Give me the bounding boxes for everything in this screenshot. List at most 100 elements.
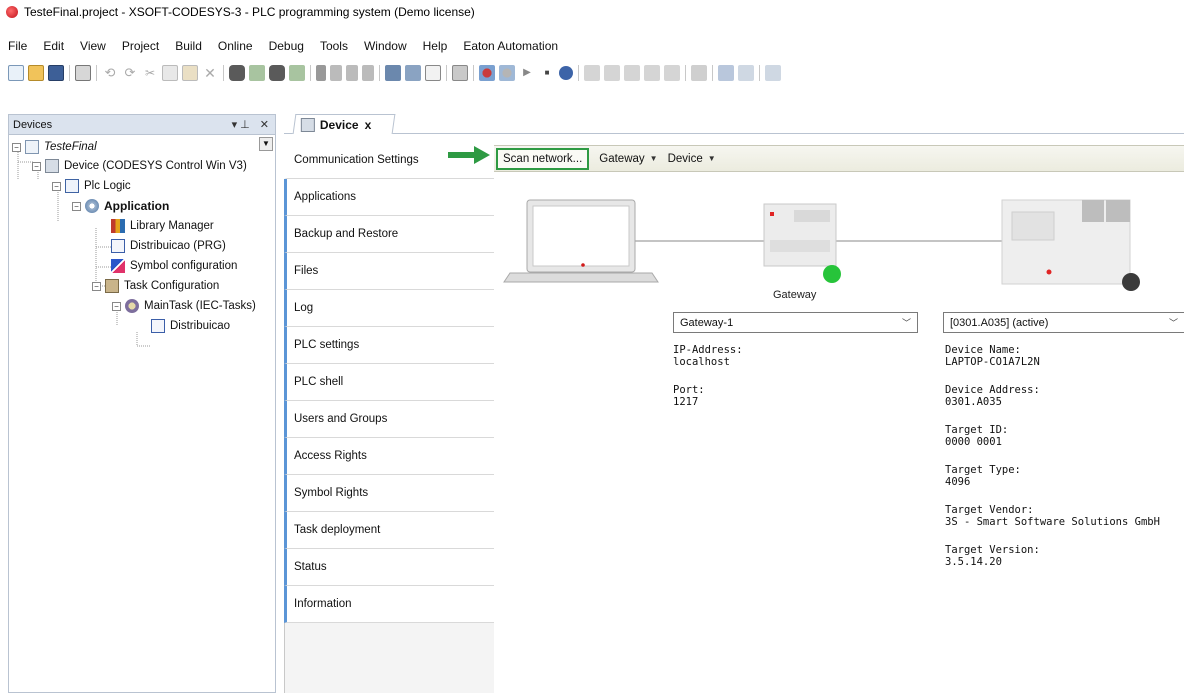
tree-node-plc-logic[interactable]: − Plc Logic: [52, 177, 131, 195]
clear-bookmarks-icon[interactable]: [362, 65, 374, 81]
toolbar-separator: [96, 65, 97, 81]
tree-node-symbol-configuration[interactable]: Symbol configuration: [111, 257, 237, 275]
menu-online[interactable]: Online: [218, 39, 253, 53]
menu-project[interactable]: Project: [122, 39, 159, 53]
find-previous-icon[interactable]: [289, 65, 305, 81]
generate-code-icon[interactable]: [452, 65, 468, 81]
gateway-menu-button[interactable]: Gateway ▼: [599, 153, 657, 165]
save-icon[interactable]: [48, 65, 64, 81]
target-version-label: Target Version:: [945, 544, 1040, 556]
find-next-icon[interactable]: [269, 65, 285, 81]
step-over-icon[interactable]: [584, 65, 600, 81]
scan-network-label: Scan network...: [503, 152, 583, 165]
tab-close-icon[interactable]: x: [365, 118, 372, 132]
collapse-icon[interactable]: −: [92, 281, 101, 291]
menu-debug[interactable]: Debug: [269, 39, 304, 53]
print-icon[interactable]: [75, 65, 91, 81]
menu-build[interactable]: Build: [175, 39, 202, 53]
collapse-icon[interactable]: −: [32, 161, 41, 171]
tab-plc-shell[interactable]: PLC shell: [284, 364, 494, 401]
side-tab-label: Log: [294, 302, 314, 314]
scan-network-button[interactable]: Scan network...: [496, 147, 590, 170]
tree-node-distribuicao-prg[interactable]: Distribuicao (PRG): [111, 237, 226, 255]
tree-node-distribuicao-call[interactable]: Distribuicao: [151, 317, 230, 335]
device-menu-button[interactable]: Device ▼: [668, 153, 716, 165]
show-next-statement-icon[interactable]: [691, 65, 707, 81]
menu-tools[interactable]: Tools: [320, 39, 348, 53]
tab-log[interactable]: Log: [284, 290, 494, 327]
tab-users-and-groups[interactable]: Users and Groups: [284, 401, 494, 438]
replace-icon[interactable]: [249, 65, 265, 81]
build-icon[interactable]: [405, 65, 421, 81]
collapse-icon[interactable]: −: [52, 181, 61, 191]
compile-icon[interactable]: [385, 65, 401, 81]
device-icon: [45, 159, 59, 173]
device-select-value: [0301.A035] (active): [950, 316, 1049, 329]
collapse-icon[interactable]: −: [112, 301, 121, 311]
tab-task-deployment[interactable]: Task deployment: [284, 512, 494, 549]
tree-node-device[interactable]: − Device (CODESYS Control Win V3): [32, 157, 247, 175]
side-tab-label: Task deployment: [294, 524, 381, 536]
panel-options-icon[interactable]: ▾ ⊥: [232, 118, 250, 131]
tree-node-task-configuration[interactable]: − Task Configuration: [92, 277, 219, 295]
copy-icon[interactable]: [162, 65, 178, 81]
step-out-icon[interactable]: [624, 65, 640, 81]
login-icon[interactable]: [479, 65, 495, 81]
tab-backup-and-restore[interactable]: Backup and Restore: [284, 216, 494, 253]
redo-icon[interactable]: ⟳: [122, 65, 138, 81]
menu-window[interactable]: Window: [364, 39, 407, 53]
gateway-status-indicator: [823, 265, 841, 283]
set-next-statement-icon[interactable]: [664, 65, 680, 81]
collapse-icon[interactable]: −: [12, 142, 21, 152]
menu-view[interactable]: View: [80, 39, 106, 53]
prepare-value-icon[interactable]: [765, 65, 781, 81]
tab-files[interactable]: Files: [284, 253, 494, 290]
open-folder-icon[interactable]: [28, 65, 44, 81]
menu-help[interactable]: Help: [423, 39, 448, 53]
tab-access-rights[interactable]: Access Rights: [284, 438, 494, 475]
force-values-icon[interactable]: [738, 65, 754, 81]
menu-edit[interactable]: Edit: [43, 39, 64, 53]
gateway-caption: Gateway: [773, 289, 817, 301]
panel-close-icon[interactable]: ✕: [260, 118, 269, 131]
menu-file[interactable]: File: [8, 39, 27, 53]
menu-eaton-automation[interactable]: Eaton Automation: [463, 39, 558, 53]
write-values-icon[interactable]: [718, 65, 734, 81]
device-status-indicator: [1122, 273, 1140, 291]
tab-status[interactable]: Status: [284, 549, 494, 586]
tree-node-application[interactable]: − Application: [72, 197, 169, 215]
new-project-icon[interactable]: [8, 65, 24, 81]
tree-dropdown-button[interactable]: ▼: [259, 137, 273, 151]
collapse-icon[interactable]: −: [72, 201, 81, 211]
tree-node-library-manager[interactable]: Library Manager: [111, 217, 214, 235]
step-into-icon[interactable]: [604, 65, 620, 81]
tab-symbol-rights[interactable]: Symbol Rights: [284, 475, 494, 512]
bookmark-icon[interactable]: [316, 65, 326, 81]
logout-icon[interactable]: [499, 65, 515, 81]
run-to-cursor-icon[interactable]: [644, 65, 660, 81]
delete-icon[interactable]: ✕: [202, 65, 218, 81]
gateway-info: IP-Address: localhost Port: 1217: [673, 344, 743, 408]
cut-icon[interactable]: ✂: [142, 65, 158, 81]
start-icon[interactable]: ▶: [519, 65, 535, 81]
tab-plc-settings[interactable]: PLC settings: [284, 327, 494, 364]
reset-icon[interactable]: [559, 66, 573, 80]
devices-panel-title: Devices: [13, 118, 53, 131]
tree-node-project[interactable]: − TesteFinal: [12, 138, 97, 156]
target-version-value: 3.5.14.20: [945, 556, 1002, 568]
device-select[interactable]: [0301.A035] (active) ﹀: [943, 312, 1184, 333]
find-icon[interactable]: [229, 65, 245, 81]
gateway-select[interactable]: Gateway-1 ﹀: [673, 312, 918, 333]
devices-panel: Devices ▾ ⊥ ✕ ▼ − TesteFinal − Device (C…: [8, 114, 276, 693]
device-editor-side-tabs: Communication Settings Applications Back…: [284, 142, 494, 693]
paste-icon[interactable]: [182, 65, 198, 81]
tree-node-maintask[interactable]: − MainTask (IEC-Tasks): [112, 297, 256, 315]
next-bookmark-icon[interactable]: [330, 65, 342, 81]
rebuild-icon[interactable]: [425, 65, 441, 81]
prev-bookmark-icon[interactable]: [346, 65, 358, 81]
stop-icon[interactable]: ■: [539, 65, 555, 81]
tab-information[interactable]: Information: [284, 586, 494, 623]
tab-applications[interactable]: Applications: [284, 179, 494, 216]
undo-icon[interactable]: ⟲: [102, 65, 118, 81]
tab-device[interactable]: Device x: [292, 114, 396, 134]
